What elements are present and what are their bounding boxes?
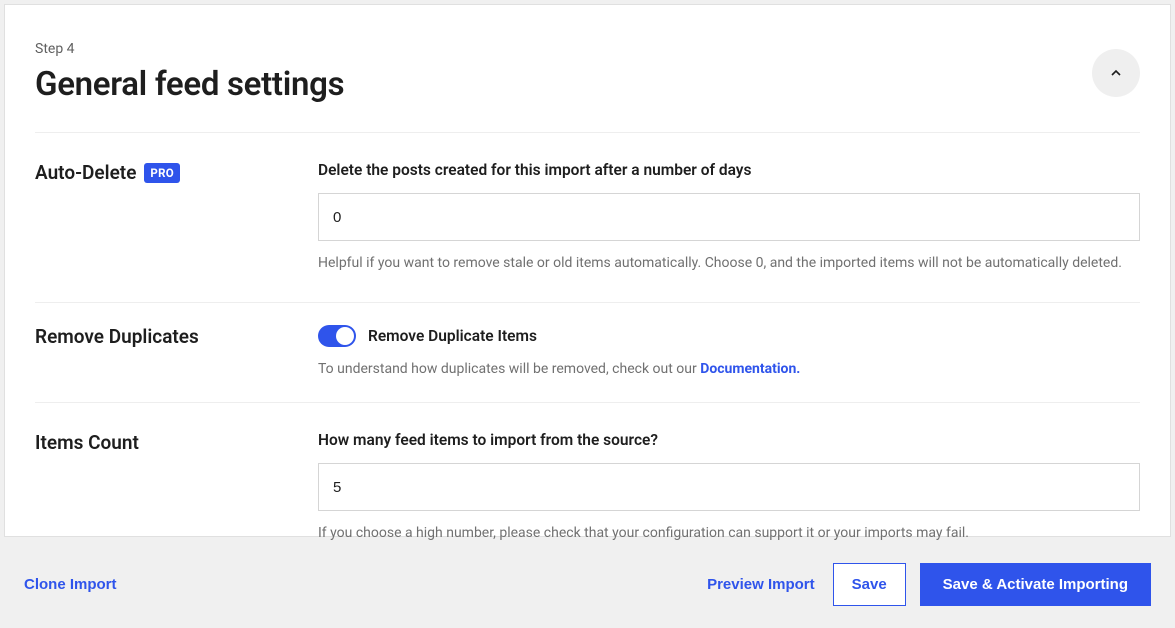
auto-delete-field-title: Delete the posts created for this import… [318,161,1140,179]
items-count-help: If you choose a high number, please chec… [318,523,1140,544]
step-label: Step 4 [35,41,1140,57]
remove-duplicates-toggle[interactable] [318,325,356,347]
auto-delete-help: Helpful if you want to remove stale or o… [318,253,1140,274]
items-count-field-title: How many feed items to import from the s… [318,431,1140,449]
remove-duplicates-help: To understand how duplicates will be rem… [318,359,1140,380]
remove-duplicates-toggle-label: Remove Duplicate Items [368,327,537,345]
items-count-label: Items Count [35,431,139,454]
auto-delete-row: Auto-Delete PRO Delete the posts created… [35,133,1140,303]
auto-delete-label-col: Auto-Delete PRO [35,161,318,274]
remove-duplicates-toggle-row: Remove Duplicate Items [318,325,1140,347]
panel-header: Step 4 General feed settings [35,5,1140,133]
auto-delete-field-col: Delete the posts created for this import… [318,161,1140,274]
remove-duplicates-label-col: Remove Duplicates [35,325,318,380]
page-title: General feed settings [35,65,1140,104]
toggle-knob [336,327,354,345]
clone-import-button[interactable]: Clone Import [20,568,121,601]
items-count-field-col: How many feed items to import from the s… [318,431,1140,544]
items-count-input[interactable] [318,463,1140,511]
auto-delete-label: Auto-Delete [35,161,136,184]
pro-badge: PRO [144,163,180,183]
items-count-label-col: Items Count [35,431,318,544]
footer-left: Clone Import [20,568,689,601]
preview-import-button[interactable]: Preview Import [703,568,819,601]
auto-delete-input[interactable] [318,193,1140,241]
remove-duplicates-help-prefix: To understand how duplicates will be rem… [318,361,700,377]
collapse-button[interactable] [1092,49,1140,97]
remove-duplicates-label: Remove Duplicates [35,325,199,348]
remove-duplicates-field-col: Remove Duplicate Items To understand how… [318,325,1140,380]
chevron-up-icon [1108,65,1124,81]
settings-panel: Step 4 General feed settings Auto-Delete… [4,4,1171,537]
items-count-row: Items Count How many feed items to impor… [35,403,1140,572]
remove-duplicates-row: Remove Duplicates Remove Duplicate Items… [35,303,1140,403]
documentation-link[interactable]: Documentation. [700,361,800,377]
